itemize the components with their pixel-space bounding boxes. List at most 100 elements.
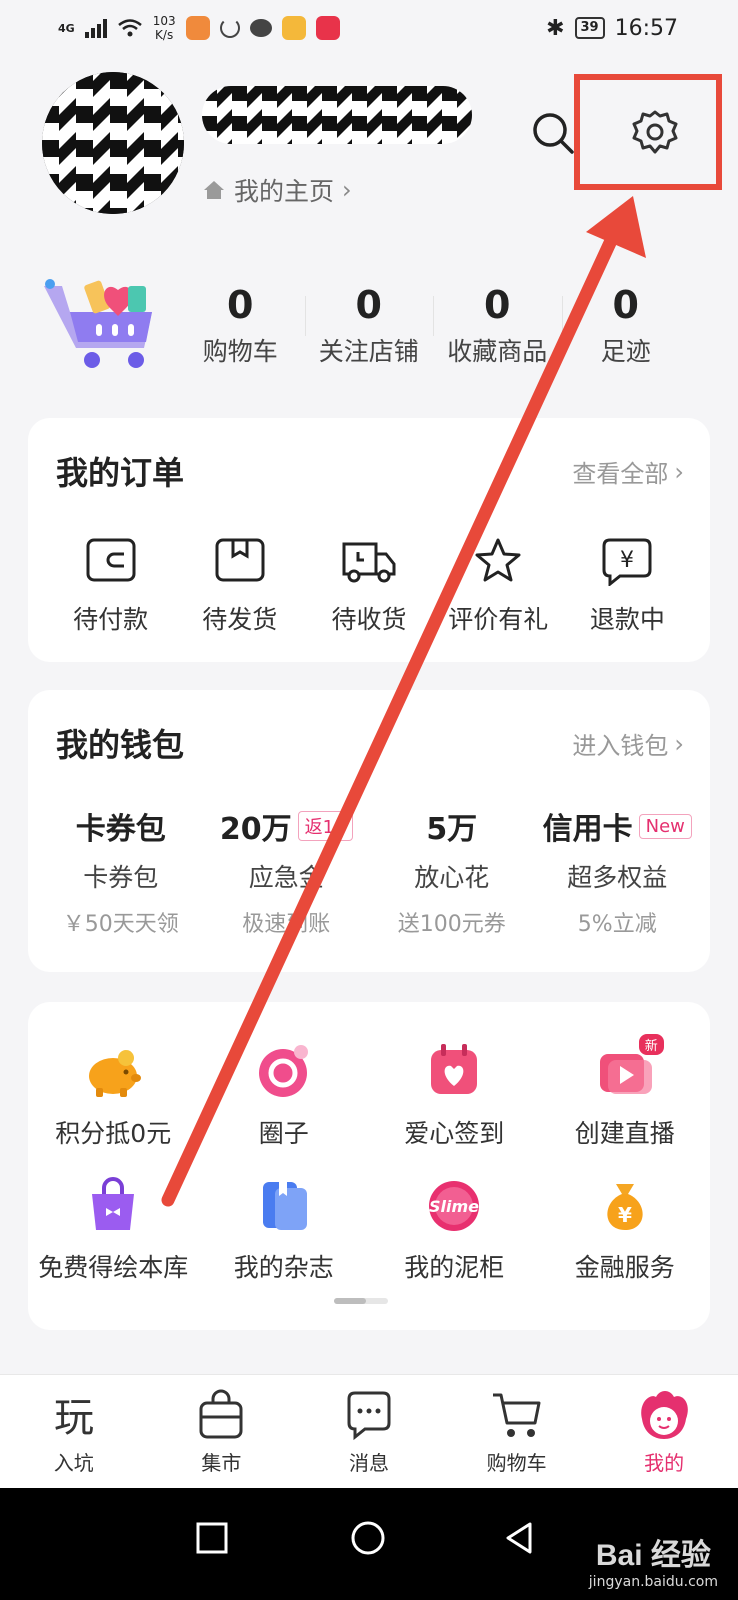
new-tag: 新 (636, 1032, 666, 1057)
homepage-label: 我的主页 (234, 177, 335, 206)
order-label: 待付款 (73, 605, 149, 634)
system-navigation-bar: Bai 经验 jingyan.baidu.com (0, 1488, 738, 1600)
service-label: 我的泥柜 (404, 1253, 505, 1282)
cart-illustration (44, 279, 152, 368)
view-all-orders-link[interactable]: 查看全部 › (572, 454, 684, 489)
tab-label: 我的 (644, 1451, 685, 1475)
avatar[interactable] (42, 72, 184, 214)
nickname-blurred (202, 86, 472, 144)
service-label: 创建直播 (574, 1119, 675, 1148)
stat-value: 0 (227, 283, 254, 327)
order-pending-receipt[interactable]: 待收货 (304, 536, 433, 636)
wallet-name: 超多权益 (567, 863, 668, 892)
stat-value: 0 (484, 283, 511, 327)
service-circle[interactable]: 圈子 (199, 1040, 370, 1150)
service-label: 金融服务 (574, 1253, 675, 1282)
search-icon (533, 113, 574, 154)
slime-icon: Slime (429, 1181, 479, 1231)
tab-label: 集市 (201, 1451, 242, 1475)
battery-indicator: 39 (574, 17, 605, 39)
stat-label: 购物车 (202, 337, 278, 366)
wallet-row: 卡券包 卡券包 ￥50天天领 20万 返18 应急金 极速到账 5万 放心花 送1… (38, 804, 700, 938)
recent-apps-icon[interactable] (192, 1518, 232, 1558)
stat-label: 足迹 (600, 337, 651, 366)
service-checkin[interactable]: 爱心签到 (369, 1040, 540, 1150)
cashback-badge: 返18 (297, 811, 353, 841)
wallet-name: 卡券包 (83, 863, 159, 892)
money-bag-icon: ¥ (607, 1184, 643, 1230)
service-slime-cabinet[interactable]: Slime 我的泥柜 (369, 1174, 540, 1284)
home-button-icon[interactable] (348, 1518, 388, 1558)
order-refunding[interactable]: ¥ 退款中 (563, 536, 692, 636)
app-notification-icon (281, 16, 306, 40)
service-finance[interactable]: ¥ 金融服务 (540, 1174, 711, 1284)
chevron-right-icon: › (342, 176, 352, 204)
tab-market[interactable]: 集市 (148, 1375, 296, 1488)
wallet-name: 应急金 (248, 863, 324, 892)
order-label: 退款中 (589, 605, 665, 634)
refund-icon: ¥ (602, 538, 652, 586)
magazine-icon (262, 1182, 307, 1230)
service-magazine[interactable]: 我的杂志 (199, 1174, 370, 1284)
enter-wallet-link[interactable]: 进入钱包 › (572, 726, 684, 761)
tab-mine[interactable]: 我的 (590, 1375, 738, 1488)
wallet-coupons[interactable]: 卡券包 卡券包 ￥50天天领 (38, 804, 204, 938)
orders-title: 我的订单 (56, 454, 185, 492)
service-picture-books[interactable]: 免费得绘本库 (28, 1174, 199, 1284)
order-label: 待发货 (202, 605, 278, 634)
message-icon (347, 1391, 391, 1441)
status-bar: 4G 103 K/s ✱ 39 16:57 (0, 0, 738, 56)
stat-cart[interactable]: 0 购物车 (176, 282, 305, 368)
order-label: 评价有礼 (448, 605, 549, 634)
watermark-sub: jingyan.baidu.com (588, 1574, 718, 1590)
service-label: 免费得绘本库 (38, 1253, 189, 1282)
order-pending-shipment[interactable]: 待发货 (175, 536, 304, 636)
stat-label: 收藏商品 (447, 337, 548, 366)
stat-footprints[interactable]: 0 足迹 (561, 282, 691, 368)
wallet-icon (86, 538, 136, 582)
wallet-credit-spend[interactable]: 5万 放心花 送100元券 (369, 804, 535, 938)
avatar-image (42, 72, 184, 214)
svg-text:Slime: Slime (429, 1197, 479, 1216)
bottom-tab-bar: 玩 入坑 集市 消息 购物车 我的 (0, 1374, 738, 1488)
annotation-highlight-box (574, 74, 722, 190)
svg-text:¥: ¥ (618, 1203, 632, 1227)
network-type: 4G (58, 21, 75, 35)
view-all-label: 查看全部 (572, 460, 669, 488)
order-pending-payment[interactable]: 待付款 (46, 536, 175, 636)
tab-messages[interactable]: 消息 (295, 1375, 443, 1488)
stat-favorites[interactable]: 0 收藏商品 (433, 282, 562, 368)
back-icon[interactable] (500, 1518, 540, 1558)
wallet-emergency-fund[interactable]: 20万 返18 应急金 极速到账 (204, 804, 370, 938)
tab-play[interactable]: 玩 入坑 (0, 1375, 148, 1488)
truck-icon (342, 542, 396, 583)
cart-icon (492, 1393, 541, 1437)
orders-row: 待付款 待发货 待收货 评价有礼 ¥ 退款中 (46, 536, 692, 636)
heart-calendar-icon (431, 1044, 478, 1094)
service-live[interactable]: 新 创建直播 (540, 1032, 711, 1150)
speed-value: 103 (152, 14, 176, 28)
wallet-sub: 极速到账 (242, 912, 331, 937)
speed-unit: K/s (155, 28, 174, 42)
my-homepage-link[interactable]: 我的主页 › (202, 172, 352, 208)
tab-label: 购物车 (486, 1451, 547, 1475)
wallet-title: 我的钱包 (56, 726, 185, 764)
tab-label: 消息 (348, 1451, 389, 1475)
wallet-credit-card[interactable]: 信用卡 New 超多权益 5%立减 (535, 804, 701, 938)
stat-followed-shops[interactable]: 0 关注店铺 (304, 282, 434, 368)
signal-icon (84, 18, 107, 38)
tab-cart[interactable]: 购物车 (443, 1375, 591, 1488)
star-icon (475, 538, 521, 582)
bluetooth-icon: ✱ (546, 15, 565, 41)
status-right: ✱ 39 16:57 (546, 16, 678, 41)
chevron-right-icon: › (674, 729, 684, 758)
services-grid: 积分抵0元 圈子 爱心签到 新 创建直播 免费得绘本库 我的杂志 Slime 我… (28, 1032, 711, 1284)
wallet-card: 我的钱包 进入钱包 › 卡券包 卡券包 ￥50天天领 20万 返18 应急金 极速… (28, 690, 710, 972)
service-label: 积分抵0元 (55, 1119, 172, 1148)
order-review[interactable]: 评价有礼 (434, 536, 563, 636)
page-indicator (334, 1298, 388, 1304)
service-label: 圈子 (258, 1119, 309, 1148)
service-points[interactable]: 积分抵0元 (28, 1040, 199, 1150)
huawei-app-icon (315, 16, 340, 40)
search-button[interactable] (526, 106, 580, 160)
